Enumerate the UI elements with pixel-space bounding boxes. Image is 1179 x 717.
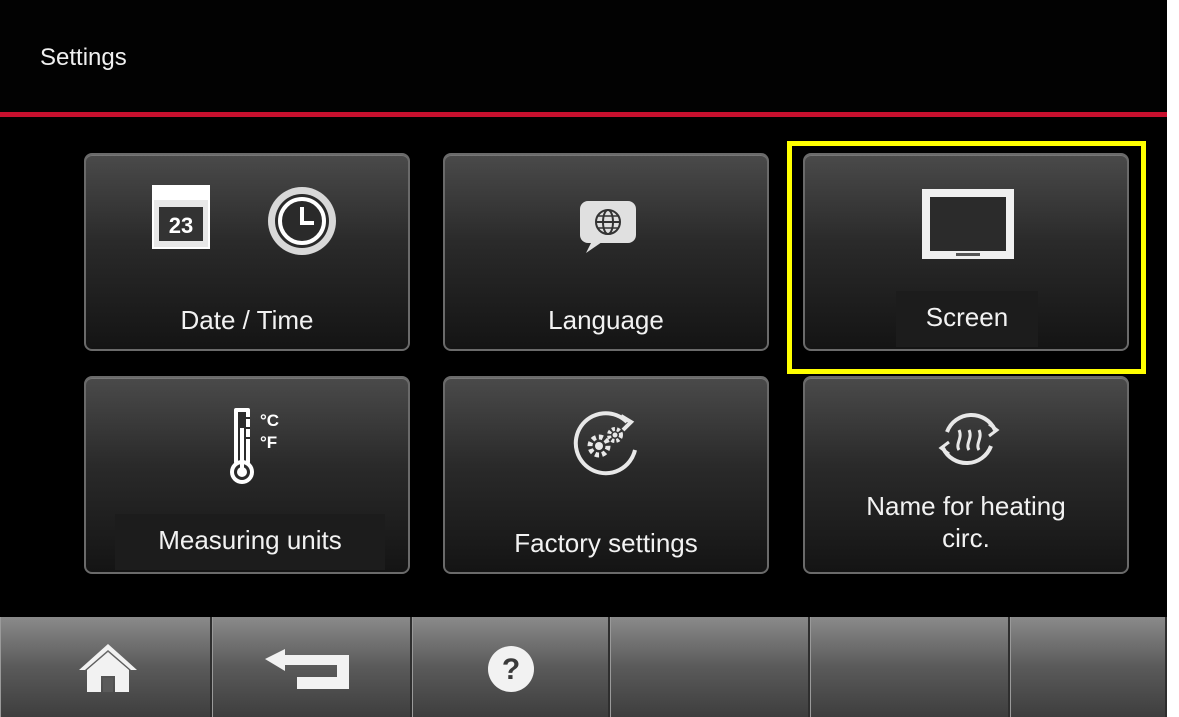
heating-circuit-label: Name for heating circ. <box>866 491 1066 553</box>
header: Settings <box>0 0 1179 112</box>
calendar-icon: 23 <box>150 183 216 255</box>
language-globe-icon <box>576 197 640 261</box>
screen-label: Screen <box>896 291 1038 347</box>
date-time-label: Date / Time <box>180 305 314 335</box>
help-button[interactable]: ? <box>412 617 610 717</box>
bottom-navigation-bar: ? <box>0 617 1167 717</box>
screen-edge <box>1167 0 1179 717</box>
thermometer-icon: °C °F <box>226 402 306 488</box>
fahrenheit-unit: °F <box>260 433 277 452</box>
settings-screen: Settings 23 Date / Time Language Screen … <box>0 0 1179 717</box>
date-time-button[interactable]: 23 Date / Time <box>84 153 410 351</box>
heating-circuit-icon <box>929 410 1009 470</box>
calendar-day: 23 <box>169 213 193 238</box>
screen-monitor-icon <box>918 185 1018 263</box>
heating-circuit-name-button[interactable]: Name for heating circ. <box>803 376 1129 574</box>
language-button[interactable]: Language <box>443 153 769 351</box>
factory-settings-label: Factory settings <box>514 528 698 558</box>
home-icon <box>79 644 137 692</box>
language-label: Language <box>548 305 664 335</box>
header-divider <box>0 112 1179 117</box>
back-icon <box>265 649 349 689</box>
help-symbol: ? <box>502 653 520 686</box>
empty-nav-slot <box>610 617 810 717</box>
factory-settings-button[interactable]: Factory settings <box>443 376 769 574</box>
factory-reset-gears-icon <box>565 408 651 480</box>
clock-icon <box>264 183 340 259</box>
celsius-unit: °C <box>260 411 279 430</box>
empty-nav-slot <box>810 617 1010 717</box>
empty-nav-slot <box>1010 617 1167 717</box>
measuring-units-button[interactable]: °C °F Measuring units <box>84 376 410 574</box>
back-button[interactable] <box>212 617 412 717</box>
page-title: Settings <box>40 44 127 71</box>
help-icon: ? <box>488 646 534 692</box>
screen-button[interactable]: Screen <box>803 153 1129 351</box>
home-button[interactable] <box>0 617 212 717</box>
measuring-units-label: Measuring units <box>115 514 385 570</box>
